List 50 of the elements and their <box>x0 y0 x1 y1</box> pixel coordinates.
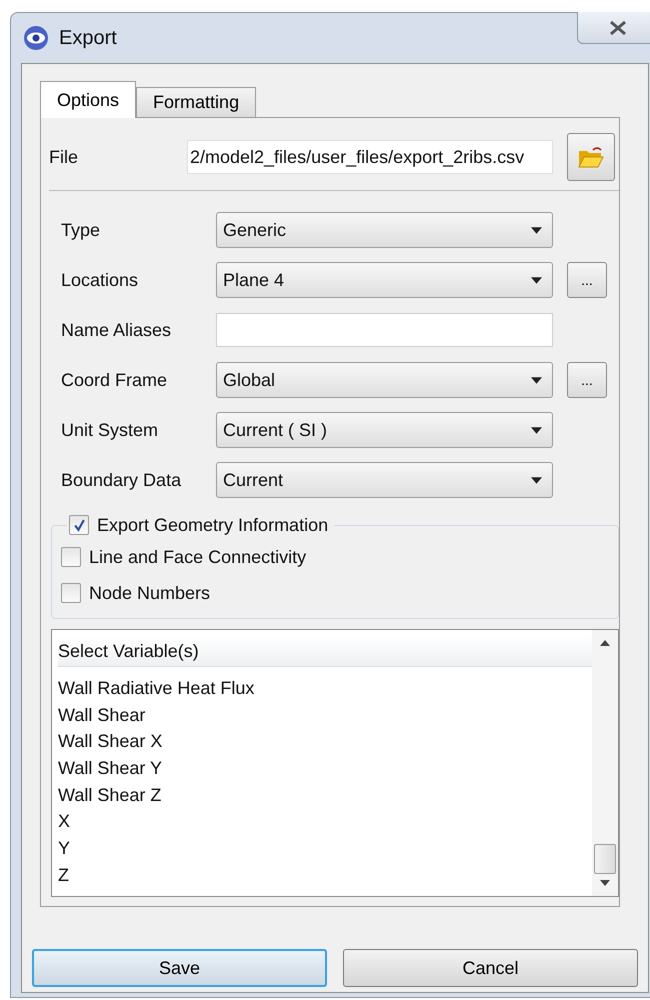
dropdown[interactable]: Global <box>216 362 553 398</box>
caret-icon <box>531 226 542 234</box>
check-icon <box>72 518 86 532</box>
scrollbar[interactable] <box>592 630 618 896</box>
checkbox[interactable] <box>69 515 89 535</box>
caret-icon <box>531 376 542 384</box>
checkbox[interactable] <box>61 547 81 567</box>
list-item[interactable]: Z <box>58 862 592 888</box>
tab[interactable]: Options <box>40 81 136 118</box>
close-button[interactable] <box>577 12 650 44</box>
dropdown[interactable]: Current <box>216 462 553 498</box>
browse-button[interactable] <box>567 133 615 181</box>
input-field[interactable] <box>216 313 553 347</box>
list-item[interactable]: Wall Shear <box>58 702 592 728</box>
scroll-thumb[interactable] <box>594 844 616 874</box>
list-item[interactable]: Y <box>58 835 592 862</box>
dropdown[interactable]: Plane 4 <box>216 262 553 298</box>
caret-icon <box>531 476 542 484</box>
field-label: Locations <box>61 270 140 290</box>
list-item[interactable]: Wall Radiative Heat Flux <box>58 675 592 702</box>
scroll-up-icon[interactable] <box>600 640 610 646</box>
dropdown[interactable]: Generic <box>216 212 553 248</box>
caret-icon <box>531 276 542 284</box>
window-title: Export <box>59 26 117 50</box>
close-icon <box>608 20 628 36</box>
field-label: Coord Frame <box>61 370 168 390</box>
more-button[interactable]: ... <box>567 362 607 398</box>
checkbox-label: Node Numbers <box>89 582 210 604</box>
field-label: File <box>49 146 80 168</box>
checkbox-label: Line and Face Connectivity <box>89 546 306 568</box>
checkbox[interactable] <box>61 583 81 603</box>
field-label: Boundary Data <box>61 470 182 490</box>
tab[interactable]: Formatting <box>136 87 256 117</box>
list-item[interactable]: X <box>58 808 592 836</box>
caret-icon <box>531 426 542 434</box>
file-path-field[interactable]: 2/model2_files/user_files/export_2ribs.csv <box>187 140 553 174</box>
checkbox-label: Export Geometry Information <box>97 514 328 536</box>
eye-icon <box>23 25 49 51</box>
scroll-down-icon[interactable] <box>600 880 610 886</box>
field-label: Type <box>61 220 102 240</box>
list-item[interactable]: Wall Shear X <box>58 728 592 756</box>
dropdown[interactable]: Current ( SI ) <box>216 412 553 448</box>
list-item[interactable]: Wall Shear Z <box>58 782 592 808</box>
list-item[interactable]: Wall Shear Y <box>58 755 592 782</box>
dialog-button[interactable]: Cancel <box>343 949 638 987</box>
more-button[interactable]: ... <box>567 262 607 298</box>
dialog-button[interactable]: Save <box>32 949 327 987</box>
field-label: Unit System <box>61 420 160 440</box>
folder-icon <box>578 146 604 168</box>
field-label: Name Aliases <box>61 320 172 340</box>
